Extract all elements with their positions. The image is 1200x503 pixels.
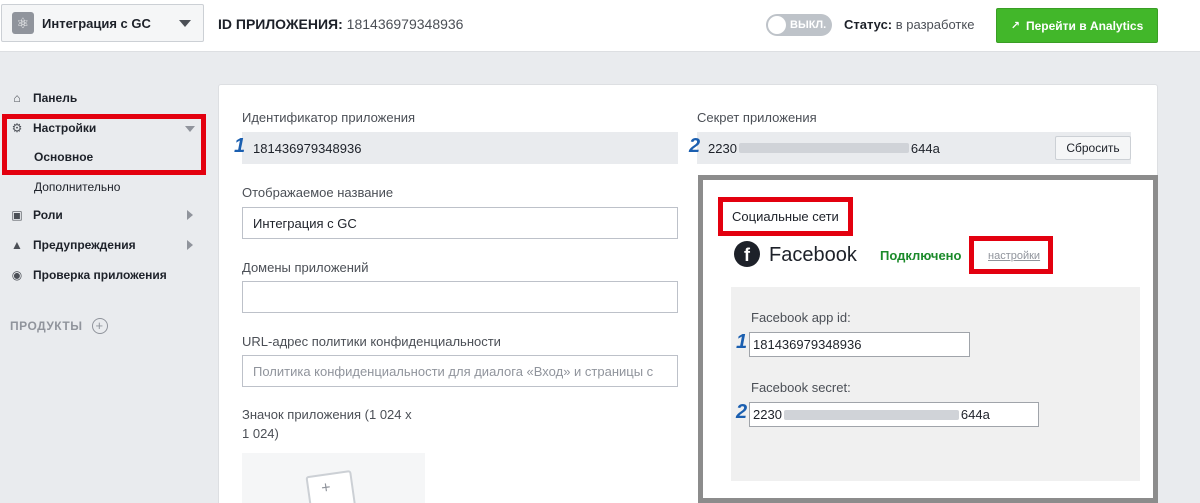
fb-secret-label: Facebook secret: [751,380,851,395]
go-to-analytics-button[interactable]: ↗ Перейти в Analytics [996,8,1158,43]
facebook-credentials-box: Facebook app id: 181436979348936 1 Faceb… [731,287,1140,481]
app-id-display: ID ПРИЛОЖЕНИЯ: 181436979348936 [218,16,463,32]
app-icon-label-line2: 1 024) [242,426,279,441]
bell-icon: ▲ [11,238,23,252]
blurred-secret [783,409,959,420]
secret-suffix: 644a [960,407,990,422]
sidebar-item-roles[interactable]: ▣ Роли [10,208,63,222]
highlight-box-settings-link [969,236,1053,274]
app-name: Интеграция с GC [42,15,151,31]
home-icon: ⌂ [13,91,21,105]
sidebar-item-advanced[interactable]: Дополнительно [34,180,120,194]
sidebar-item-alerts[interactable]: ▲ Предупреждения [10,238,136,252]
toggle-knob [768,16,786,34]
blurred-secret [738,143,909,153]
app-id-label: ID ПРИЛОЖЕНИЯ: [218,16,343,32]
sidebar-item-label: Предупреждения [33,238,136,252]
connected-status: Подключено [880,248,962,263]
provider-name: Facebook [769,244,857,266]
add-product-icon[interactable]: + [91,318,108,334]
sidebar-item-app-review[interactable]: ◉ Проверка приложения [10,268,167,282]
chevron-right-icon [187,210,193,220]
top-bar: ⚛ Интеграция с GC ID ПРИЛОЖЕНИЯ: 1814369… [0,0,1200,52]
chevron-right-icon [187,240,193,250]
status-value: в разработке [895,17,975,32]
sidebar-item-label: Проверка приложения [33,268,167,282]
fb-secret-input[interactable]: 2230 644a [749,402,1039,427]
annotation-number-1: 1 [736,331,748,353]
trend-icon: ↗ [1010,20,1020,32]
secret-prefix: 2230 [708,140,737,156]
live-mode-toggle[interactable]: ВЫКЛ. [766,14,832,36]
secret-prefix: 2230 [753,407,782,422]
annotation-number-2: 2 [689,135,701,157]
eye-icon: ◉ [11,268,23,282]
reset-secret-button[interactable]: Сбросить [1055,136,1131,160]
toggle-label: ВЫКЛ. [790,19,827,31]
status-label: Статус: [844,17,893,32]
app-icon-label-line1: Значок приложения (1 024 x [242,407,412,422]
display-name-input[interactable]: Интеграция с GC [242,207,678,239]
roles-icon: ▣ [11,208,23,222]
annotation-number-1: 1 [234,135,246,157]
image-placeholder-icon: + [305,469,357,503]
products-label: ПРОДУКТЫ [10,319,83,333]
app-status: Статус: в разработке [844,17,974,32]
app-domains-label: Домены приложений [242,260,369,275]
app-id-field-label: Идентификатор приложения [242,110,416,125]
app-secret-label: Секрет приложения [697,110,817,125]
privacy-policy-input[interactable]: Политика конфиденциальности для диалога … [242,355,678,387]
sidebar-item-dashboard[interactable]: ⌂ Панель [10,91,77,105]
app-icon-upload[interactable]: + [242,453,425,503]
app-id-value: 181436979348936 [346,16,464,32]
highlight-box-settings [2,114,206,175]
secret-suffix: 644a [910,140,940,156]
products-section: ПРОДУКТЫ + [10,318,108,334]
app-icon: ⚛ [12,12,34,34]
sidebar-item-label: Панель [33,91,78,105]
privacy-policy-label: URL-адрес политики конфиденциальности [242,334,501,349]
app-selector[interactable]: ⚛ Интеграция с GC [1,4,204,42]
fb-app-id-label: Facebook app id: [751,310,851,325]
analytics-button-label: Перейти в Analytics [1025,18,1144,33]
sidebar-item-label: Роли [33,208,63,222]
display-name-label: Отображаемое название [242,185,394,200]
chevron-down-icon [179,20,191,27]
highlight-box-social-title [718,197,853,236]
app-id-field: 181436979348936 [242,132,678,164]
fb-app-id-input[interactable]: 181436979348936 [749,332,970,357]
annotation-number-2: 2 [736,401,748,423]
app-domains-input[interactable] [242,281,678,313]
facebook-icon: f [734,241,760,267]
